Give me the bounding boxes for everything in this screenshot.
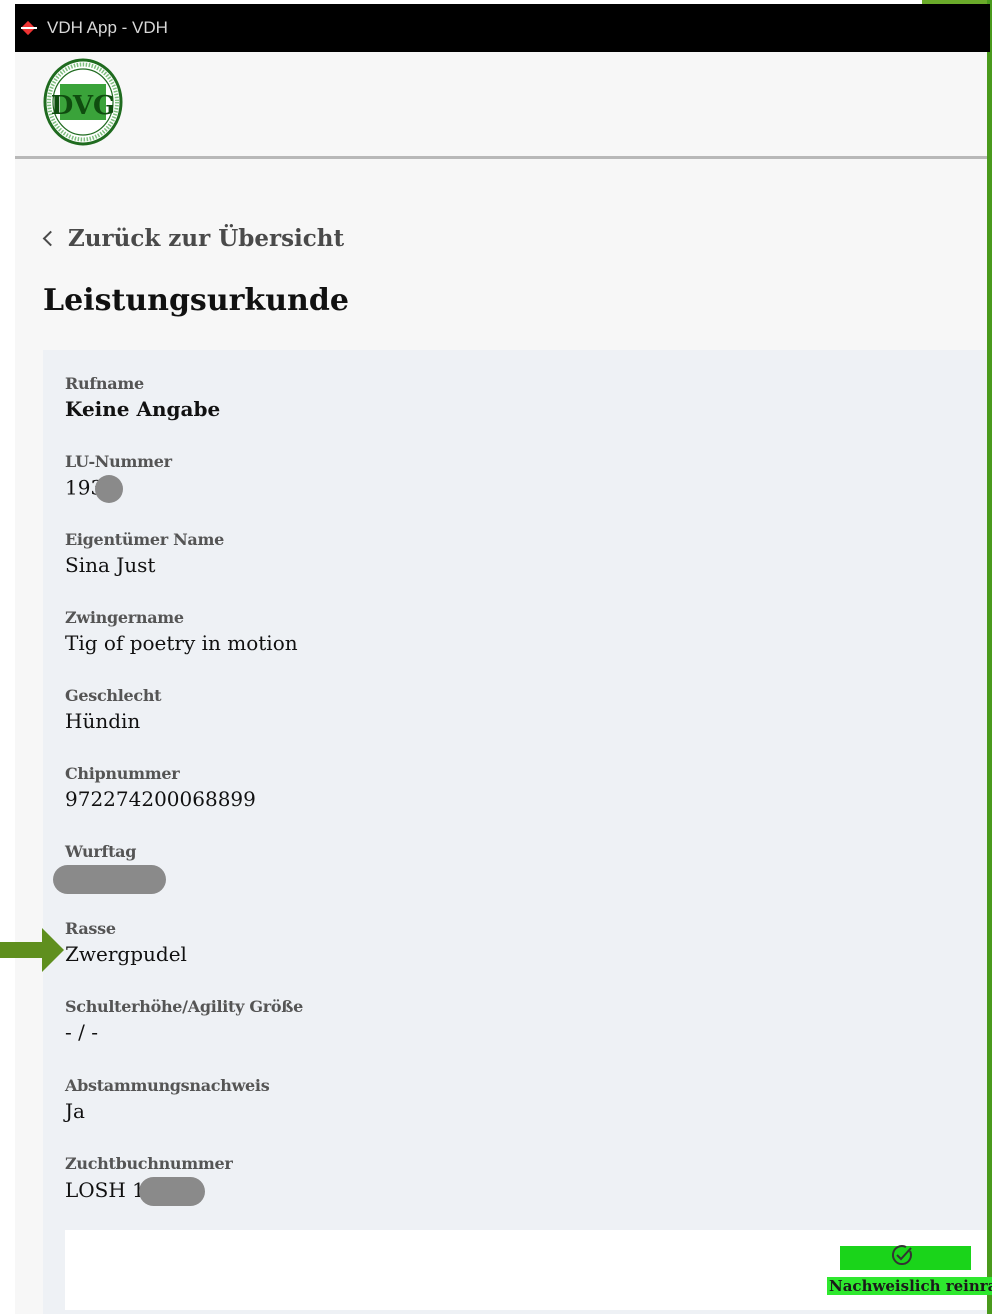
field-wurftag: Wurftag: [53, 842, 166, 894]
chevron-left-icon: [42, 230, 59, 247]
check-circle-icon: [892, 1245, 912, 1265]
field-rasse: Rasse Zwergpudel: [65, 919, 187, 966]
arrow-right-icon: [0, 928, 64, 972]
field-label: Eigentümer Name: [65, 530, 225, 549]
field-eigentuemer-name: Eigentümer Name Sina Just: [65, 530, 224, 577]
app-header: DVG: [15, 52, 987, 159]
field-label: Geschlecht: [65, 686, 162, 705]
dvg-logo[interactable]: DVG: [43, 58, 123, 146]
field-value: Keine Angabe: [65, 397, 221, 421]
field-value: Sina Just: [65, 553, 156, 577]
field-chipnummer: Chipnummer 972274200068899: [65, 764, 256, 811]
field-value: 193: [65, 475, 172, 503]
field-zuchtbuchnummer: Zuchtbuchnummer LOSH 1: [65, 1154, 233, 1206]
field-value: LOSH 1: [65, 1177, 233, 1206]
redaction-mark: [95, 475, 124, 503]
field-label: Rufname: [65, 374, 144, 393]
field-rufname: Rufname Keine Angabe: [65, 374, 220, 421]
page-title: Leistungsurkunde: [43, 283, 349, 318]
field-value: Ja: [65, 1099, 85, 1123]
redaction-mark: [53, 865, 166, 894]
back-to-overview-link[interactable]: Zurück zur Übersicht: [42, 225, 345, 252]
window-title: VDH App - VDH: [47, 18, 168, 37]
field-label: Chipnummer: [65, 764, 180, 783]
field-value: Zwergpudel: [65, 942, 187, 966]
window-titlebar: VDH App - VDH: [15, 4, 990, 52]
field-zwingername: Zwingername Tig of poetry in motion: [65, 608, 298, 655]
status-badge-label: Nachweislich reinrassig: [827, 1277, 992, 1295]
page-content: Zurück zur Übersicht Leistungsurkunde Ru…: [15, 159, 987, 1314]
field-schulterhoehe: Schulterhöhe/Agility Größe - / -: [65, 997, 303, 1044]
svg-text:DVG: DVG: [51, 91, 115, 121]
field-label: Abstammungsnachweis: [65, 1076, 270, 1095]
edge-accent-bar: [987, 0, 992, 1314]
app-icon: [21, 23, 37, 33]
field-value: [53, 865, 166, 894]
field-value: - / -: [65, 1020, 98, 1044]
field-value: Hündin: [65, 709, 141, 733]
back-link-label: Zurück zur Übersicht: [68, 225, 345, 252]
field-label: Wurftag: [65, 842, 137, 861]
redaction-mark: [138, 1177, 205, 1206]
field-label: LU-Nummer: [65, 452, 172, 471]
field-label: Zuchtbuchnummer: [65, 1154, 233, 1173]
certificate-details-card: Rufname Keine Angabe LU-Nummer 193 Eigen…: [43, 350, 987, 1314]
field-abstammungsnachweis: Abstammungsnachweis Ja: [65, 1076, 270, 1123]
field-lu-nummer: LU-Nummer 193: [65, 452, 172, 503]
field-value: 972274200068899: [65, 787, 256, 811]
field-value: Tig of poetry in motion: [65, 631, 298, 655]
field-geschlecht: Geschlecht Hündin: [65, 686, 162, 733]
status-panel: [65, 1230, 987, 1310]
field-label: Zwingername: [65, 608, 184, 627]
field-label: Rasse: [65, 919, 116, 938]
field-label: Schulterhöhe/Agility Größe: [65, 997, 303, 1016]
